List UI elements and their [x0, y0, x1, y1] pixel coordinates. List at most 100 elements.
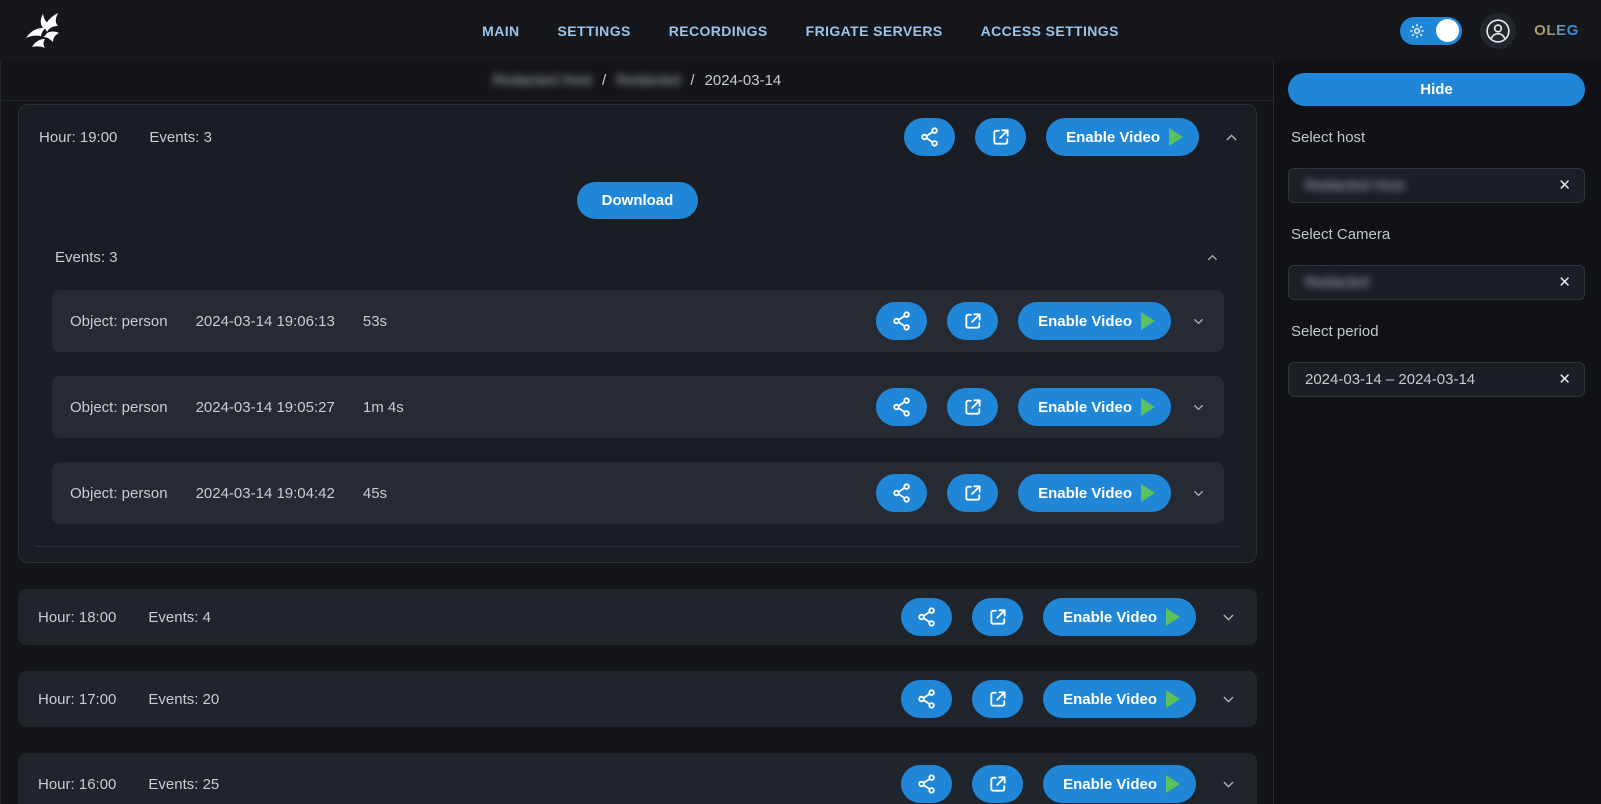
enable-video-button[interactable]: Enable Video — [1018, 302, 1171, 340]
enable-video-button[interactable]: Enable Video — [1043, 680, 1196, 718]
main-nav: MAIN SETTINGS RECORDINGS FRIGATE SERVERS… — [0, 23, 1601, 39]
hour-actions: Enable Video — [901, 765, 1196, 803]
user-avatar[interactable] — [1480, 13, 1516, 49]
open-external-button[interactable] — [972, 765, 1023, 803]
select-host-label: Select host — [1291, 129, 1585, 146]
share-button[interactable] — [876, 302, 927, 340]
open-external-button[interactable] — [947, 474, 998, 512]
play-icon — [1141, 312, 1155, 330]
enable-video-label: Enable Video — [1063, 609, 1157, 626]
event-object-label: Object: person — [70, 313, 168, 330]
events-count-label: Events: 4 — [148, 609, 211, 626]
breadcrumb-host-masked[interactable]: Redacted Host — [493, 72, 592, 89]
download-button[interactable]: Download — [577, 182, 699, 219]
nav-access-settings[interactable]: ACCESS SETTINGS — [981, 23, 1119, 39]
breadcrumb-date: 2024-03-14 — [705, 72, 782, 89]
enable-video-button[interactable]: Enable Video — [1043, 765, 1196, 803]
event-row[interactable]: Object: person 2024-03-14 19:06:13 53s E… — [52, 290, 1224, 352]
period-select[interactable]: 2024-03-14 – 2024-03-14 ✕ — [1288, 362, 1585, 397]
hour-card-16[interactable]: Hour: 16:00 Events: 25 Enable Video — [18, 753, 1257, 804]
breadcrumb-separator: / — [690, 72, 694, 89]
camera-value-masked: Redacted — [1305, 274, 1369, 291]
nav-frigate-servers[interactable]: FRIGATE SERVERS — [806, 23, 943, 39]
hour-actions: Enable Video — [901, 598, 1196, 636]
hour-card-19: Hour: 19:00 Events: 3 — [18, 104, 1257, 563]
chevron-down-icon[interactable] — [1191, 400, 1206, 415]
enable-video-label: Enable Video — [1066, 129, 1160, 146]
open-external-button[interactable] — [972, 680, 1023, 718]
enable-video-button[interactable]: Enable Video — [1018, 474, 1171, 512]
share-button[interactable] — [876, 474, 927, 512]
event-timestamp: 2024-03-14 19:06:13 — [196, 313, 335, 330]
event-actions: Enable Video — [876, 474, 1171, 512]
event-object-label: Object: person — [70, 485, 168, 502]
events-bottom-divider — [35, 546, 1240, 547]
chevron-down-icon[interactable] — [1220, 609, 1237, 626]
events-count-label: Events: 20 — [148, 691, 219, 708]
enable-video-label: Enable Video — [1063, 776, 1157, 793]
enable-video-button[interactable]: Enable Video — [1043, 598, 1196, 636]
event-timestamp: 2024-03-14 19:05:27 — [196, 399, 335, 416]
events-count-label: Events: 25 — [148, 776, 219, 793]
hour-card-17[interactable]: Hour: 17:00 Events: 20 Enable Video — [18, 671, 1257, 727]
host-select[interactable]: Redacted Host ✕ — [1288, 168, 1585, 203]
share-button[interactable] — [904, 118, 955, 156]
breadcrumb-separator: / — [602, 72, 606, 89]
open-external-button[interactable] — [972, 598, 1023, 636]
enable-video-button[interactable]: Enable Video — [1046, 118, 1199, 156]
open-external-button[interactable] — [975, 118, 1026, 156]
chevron-down-icon[interactable] — [1220, 776, 1237, 793]
events-section-label: Events: 3 — [55, 249, 118, 266]
event-duration: 53s — [363, 313, 387, 330]
enable-video-label: Enable Video — [1063, 691, 1157, 708]
navbar-right-controls: OLEG — [1400, 13, 1579, 49]
event-row[interactable]: Object: person 2024-03-14 19:04:42 45s E… — [52, 462, 1224, 524]
nav-settings[interactable]: SETTINGS — [558, 23, 631, 39]
hour-card-18[interactable]: Hour: 18:00 Events: 4 Enable Video — [18, 589, 1257, 645]
toggle-knob — [1436, 19, 1459, 42]
share-button[interactable] — [876, 388, 927, 426]
enable-video-label: Enable Video — [1038, 399, 1132, 416]
select-camera-label: Select Camera — [1291, 226, 1585, 243]
enable-video-button[interactable]: Enable Video — [1018, 388, 1171, 426]
events-count-label: Events: 3 — [149, 129, 212, 146]
event-object-label: Object: person — [70, 399, 168, 416]
event-row[interactable]: Object: person 2024-03-14 19:05:27 1m 4s… — [52, 376, 1224, 438]
play-icon — [1166, 775, 1180, 793]
main-content: Redacted Host / Redacted / 2024-03-14 Ho… — [0, 61, 1273, 804]
clear-host-icon[interactable]: ✕ — [1558, 178, 1571, 193]
share-button[interactable] — [901, 680, 952, 718]
chevron-down-icon[interactable] — [1191, 486, 1206, 501]
share-button[interactable] — [901, 765, 952, 803]
filter-sidebar: Hide Select host Redacted Host ✕ Select … — [1273, 61, 1601, 804]
chevron-down-icon[interactable] — [1191, 314, 1206, 329]
theme-toggle[interactable] — [1400, 17, 1462, 45]
open-external-button[interactable] — [947, 302, 998, 340]
clear-camera-icon[interactable]: ✕ — [1558, 275, 1571, 290]
hour-actions: Enable Video — [904, 118, 1199, 156]
events-section-header: Events: 3 — [19, 223, 1256, 266]
nav-recordings[interactable]: RECORDINGS — [669, 23, 768, 39]
hour-label: Hour: 17:00 — [38, 691, 116, 708]
share-button[interactable] — [901, 598, 952, 636]
event-duration: 1m 4s — [363, 399, 404, 416]
hour-card-header: Hour: 19:00 Events: 3 — [19, 105, 1256, 168]
select-period-label: Select period — [1291, 323, 1585, 340]
top-navbar: MAIN SETTINGS RECORDINGS FRIGATE SERVERS… — [0, 0, 1601, 61]
clear-period-icon[interactable]: ✕ — [1558, 372, 1571, 387]
breadcrumb-camera-masked[interactable]: Redacted — [616, 72, 680, 89]
host-value-masked: Redacted Host — [1305, 177, 1404, 194]
chevron-down-icon[interactable] — [1220, 691, 1237, 708]
camera-select[interactable]: Redacted ✕ — [1288, 265, 1585, 300]
hide-sidebar-button[interactable]: Hide — [1288, 73, 1585, 106]
frigate-logo-icon[interactable] — [22, 10, 66, 52]
hour-label: Hour: 16:00 — [38, 776, 116, 793]
nav-main[interactable]: MAIN — [482, 23, 519, 39]
hour-label: Hour: 19:00 — [39, 129, 117, 146]
chevron-up-icon[interactable] — [1223, 129, 1240, 146]
open-external-button[interactable] — [947, 388, 998, 426]
event-duration: 45s — [363, 485, 387, 502]
chevron-up-icon[interactable] — [1205, 250, 1220, 265]
event-actions: Enable Video — [876, 302, 1171, 340]
username[interactable]: OLEG — [1534, 22, 1579, 39]
